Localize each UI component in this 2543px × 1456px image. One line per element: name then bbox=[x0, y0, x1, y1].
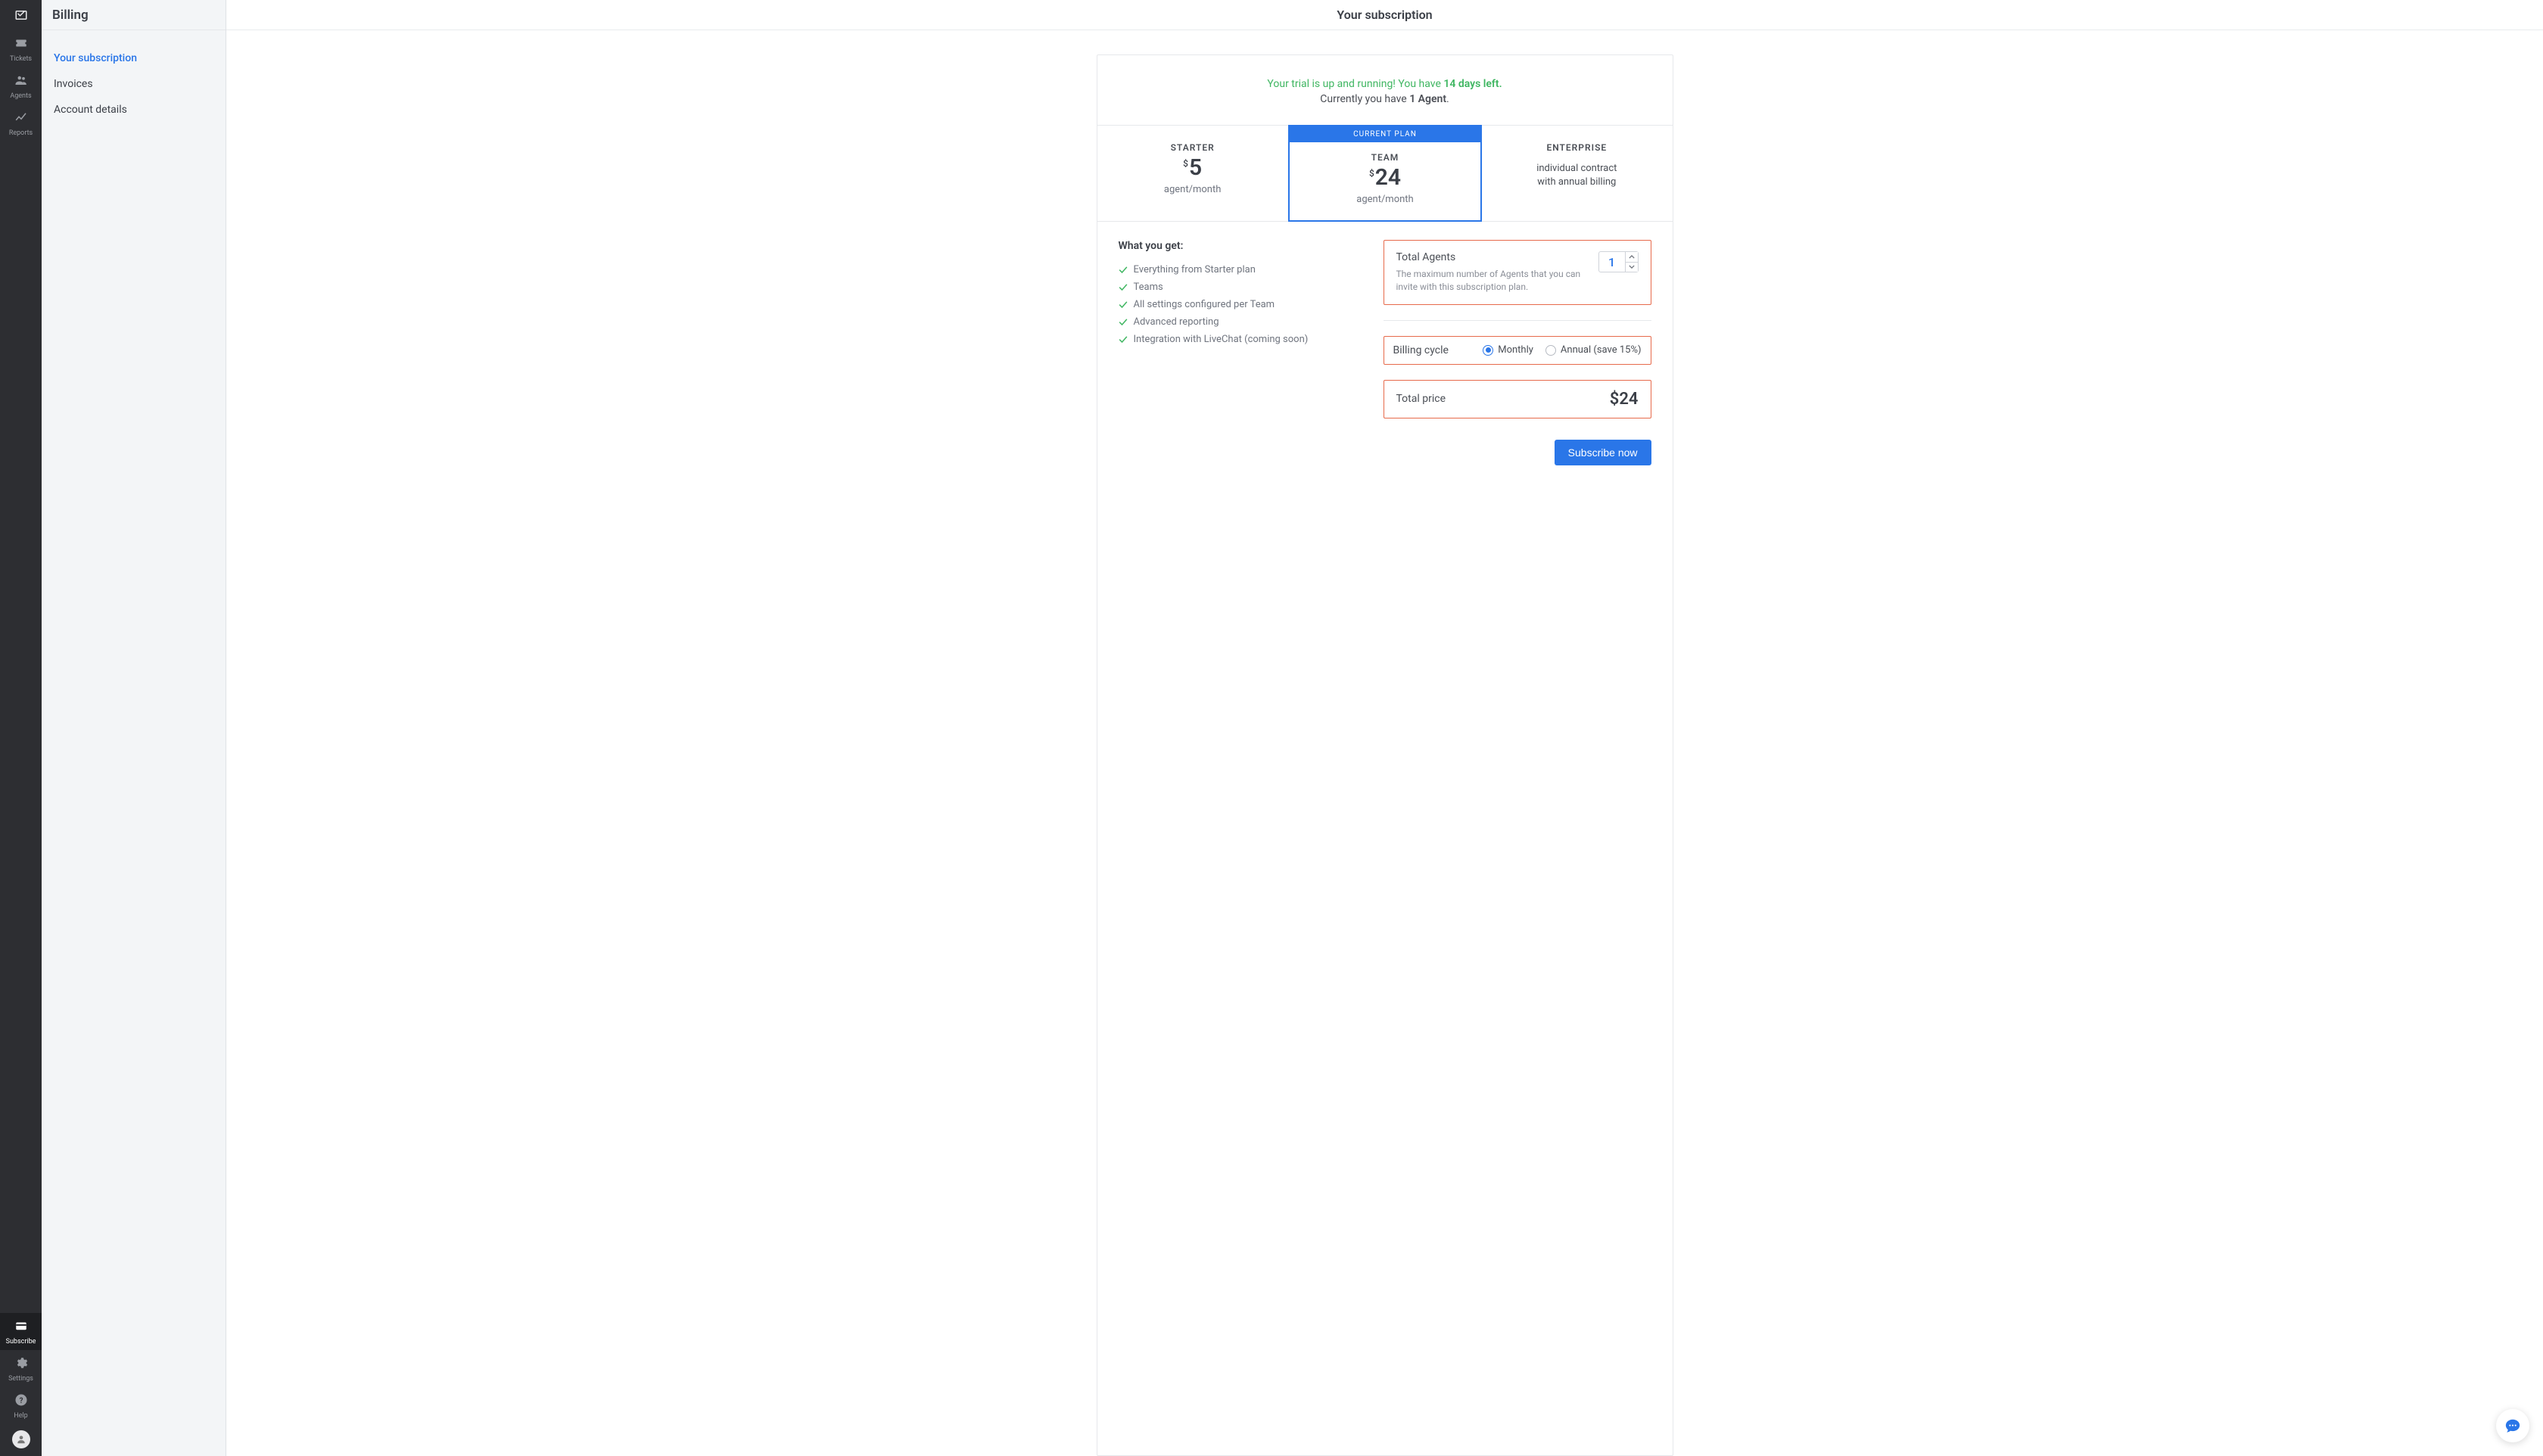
features-block: What you get: Everything from Starter pl… bbox=[1119, 240, 1353, 465]
radio-icon bbox=[1545, 345, 1556, 356]
rail-item-subscribe[interactable]: Subscribe bbox=[0, 1313, 42, 1350]
rail-item-label: Reports bbox=[9, 129, 33, 137]
radio-icon bbox=[1483, 345, 1493, 356]
trial-agent-count: 1 Agent bbox=[1409, 93, 1446, 105]
rail-item-label: Tickets bbox=[10, 55, 32, 63]
total-price-box: Total price $24 bbox=[1384, 380, 1651, 418]
billing-option-label: Annual (save 15%) bbox=[1561, 344, 1642, 356]
reports-icon bbox=[14, 110, 28, 127]
plan-name: TEAM bbox=[1297, 152, 1473, 163]
plan-unit: agent/month bbox=[1105, 184, 1281, 195]
plan-price: $24 bbox=[1297, 164, 1473, 191]
rail-item-reports[interactable]: Reports bbox=[0, 104, 42, 142]
billing-cycle-label: Billing cycle bbox=[1393, 344, 1449, 356]
billing-option-annual[interactable]: Annual (save 15%) bbox=[1545, 344, 1642, 356]
feature-item: Everything from Starter plan bbox=[1119, 261, 1353, 278]
feature-item: Teams bbox=[1119, 278, 1353, 296]
trial-agent-suffix: . bbox=[1446, 93, 1449, 105]
billing-cycle-box: Billing cycle Monthly Annual (save 15%) bbox=[1384, 336, 1651, 365]
page-title: Your subscription bbox=[226, 0, 2543, 30]
agents-icon bbox=[14, 73, 28, 90]
trial-agent-prefix: Currently you have bbox=[1320, 93, 1409, 105]
secondary-title: Billing bbox=[42, 0, 226, 30]
trial-agent-line: Currently you have 1 Agent. bbox=[1113, 93, 1657, 105]
subscribe-icon bbox=[14, 1319, 28, 1336]
plan-team[interactable]: CURRENT PLAN TEAM$24 agent/month bbox=[1288, 125, 1482, 222]
plan-enterprise[interactable]: ENTERPRISE individual contractwith annual… bbox=[1481, 126, 1672, 221]
avatar[interactable] bbox=[12, 1430, 30, 1448]
rail-item-label: Subscribe bbox=[6, 1338, 36, 1346]
total-agents-sub: The maximum number of Agents that you ca… bbox=[1396, 268, 1598, 294]
total-price-value: $24 bbox=[1610, 390, 1639, 409]
secondary-item-your-subscription[interactable]: Your subscription bbox=[42, 45, 226, 71]
plan-picker: STARTER$5 agent/month CURRENT PLAN TEAM$24 a… bbox=[1097, 125, 1673, 222]
rail-item-tickets[interactable]: Tickets bbox=[0, 30, 42, 67]
plan-starter[interactable]: STARTER$5 agent/month bbox=[1097, 126, 1289, 221]
feature-item: Advanced reporting bbox=[1119, 313, 1353, 331]
secondary-item-account-details[interactable]: Account details bbox=[42, 97, 226, 123]
rail-item-label: Settings bbox=[8, 1375, 33, 1383]
billing-option-label: Monthly bbox=[1498, 344, 1533, 356]
settings-icon bbox=[14, 1356, 28, 1373]
config-block: Total Agents The maximum number of Agent… bbox=[1384, 240, 1651, 465]
agents-stepper-down[interactable] bbox=[1626, 263, 1638, 272]
rail-item-help[interactable]: ? Help bbox=[0, 1387, 42, 1424]
trial-status-line: Your trial is up and running! You have 1… bbox=[1113, 78, 1657, 90]
total-price-label: Total price bbox=[1396, 393, 1446, 405]
main-area: Your subscription Your trial is up and r… bbox=[226, 0, 2543, 1456]
current-plan-badge: CURRENT PLAN bbox=[1290, 126, 1480, 142]
total-agents-label: Total Agents bbox=[1396, 251, 1598, 263]
billing-option-monthly[interactable]: Monthly bbox=[1483, 344, 1533, 356]
chat-fab[interactable] bbox=[2496, 1409, 2529, 1442]
agents-stepper-up[interactable] bbox=[1626, 252, 1638, 263]
agents-stepper[interactable]: 1 bbox=[1598, 251, 1639, 272]
agents-stepper-value: 1 bbox=[1599, 252, 1625, 272]
plan-name: STARTER bbox=[1105, 142, 1281, 153]
rail-item-label: Agents bbox=[10, 92, 31, 100]
rail-item-settings[interactable]: Settings bbox=[0, 1350, 42, 1387]
plan-name: ENTERPRISE bbox=[1489, 142, 1664, 153]
icon-rail: Tickets Agents Reports Subscribe Settings? H… bbox=[0, 0, 42, 1456]
trial-banner: Your trial is up and running! You have 1… bbox=[1097, 55, 1673, 125]
secondary-nav: Your subscriptionInvoicesAccount details bbox=[42, 30, 226, 138]
billing-cycle-radio-group: Monthly Annual (save 15%) bbox=[1483, 344, 1641, 356]
plan-price: $5 bbox=[1105, 154, 1281, 181]
trial-prefix: Your trial is up and running! You have bbox=[1267, 78, 1443, 90]
subscribe-button[interactable]: Subscribe now bbox=[1555, 440, 1651, 465]
rail-item-agents[interactable]: Agents bbox=[0, 67, 42, 104]
secondary-panel: Billing Your subscriptionInvoicesAccount… bbox=[42, 0, 226, 1456]
features-heading: What you get: bbox=[1119, 240, 1353, 252]
svg-text:?: ? bbox=[19, 1397, 23, 1405]
rail-item-label: Help bbox=[14, 1412, 27, 1420]
divider bbox=[1384, 320, 1651, 321]
help-icon: ? bbox=[14, 1393, 28, 1410]
secondary-item-invoices[interactable]: Invoices bbox=[42, 71, 226, 97]
total-agents-box: Total Agents The maximum number of Agent… bbox=[1384, 240, 1651, 305]
trial-days-left: 14 days left. bbox=[1443, 78, 1502, 90]
plan-unit: agent/month bbox=[1297, 194, 1473, 205]
subscription-card: Your trial is up and running! You have 1… bbox=[1097, 54, 1673, 1456]
tickets-icon bbox=[14, 36, 28, 53]
plan-desc: individual contractwith annual billing bbox=[1489, 162, 1664, 189]
app-logo bbox=[0, 0, 42, 30]
feature-item: All settings configured per Team bbox=[1119, 296, 1353, 313]
feature-item: Integration with LiveChat (coming soon) bbox=[1119, 331, 1353, 348]
